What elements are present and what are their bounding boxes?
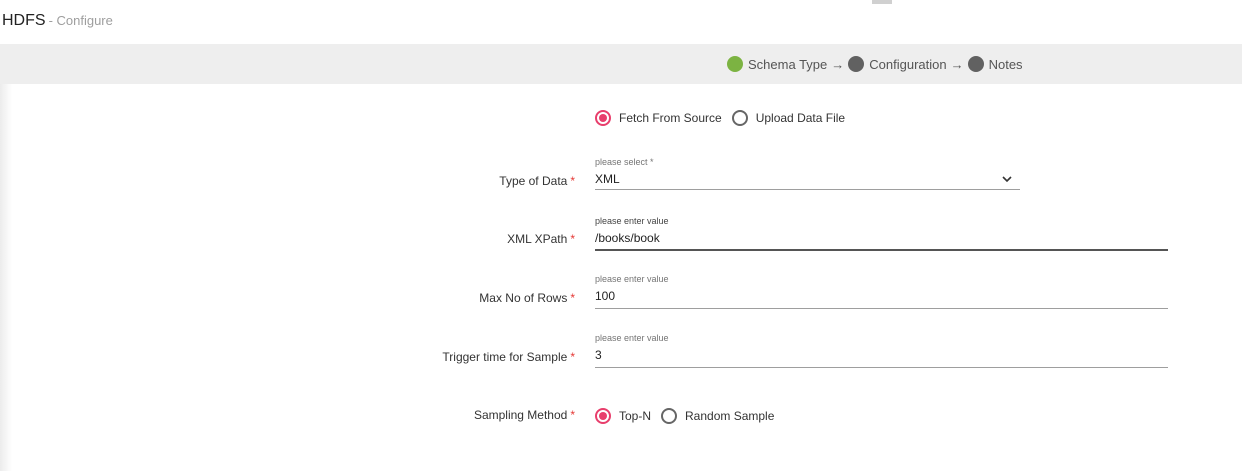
- required-marker: *: [570, 408, 575, 422]
- source-radio-group: Fetch From Source Upload Data File: [595, 110, 855, 126]
- max-rows-label-text: Max No of Rows: [479, 291, 568, 305]
- step-schema-type-dot-icon: [727, 56, 743, 72]
- fetch-from-source-label[interactable]: Fetch From Source: [619, 111, 722, 125]
- drag-handle[interactable]: [872, 0, 892, 4]
- required-marker: *: [570, 174, 575, 188]
- type-of-data-hint: please select *: [595, 157, 654, 167]
- trigger-time-label-text: Trigger time for Sample: [442, 350, 568, 364]
- type-of-data-label: Type of Data *: [499, 174, 575, 188]
- xml-xpath-input[interactable]: [595, 227, 1168, 251]
- top-n-label[interactable]: Top-N: [619, 409, 651, 423]
- xml-xpath-field: please enter value: [595, 215, 1168, 251]
- required-marker: *: [570, 291, 575, 305]
- step-notes-dot-icon: [967, 56, 984, 72]
- required-marker: *: [570, 350, 575, 364]
- required-marker: *: [570, 232, 575, 246]
- stepper-bar: Schema Type → Configuration → Notes: [0, 44, 1242, 84]
- trigger-time-hint: please enter value: [595, 333, 669, 343]
- step-arrow-icon: →: [950, 56, 964, 72]
- xml-xpath-hint: please enter value: [595, 216, 669, 226]
- xml-xpath-label: XML XPath *: [507, 232, 575, 246]
- page-subtitle: - Configure: [48, 13, 113, 28]
- upload-data-file-radio[interactable]: [731, 110, 748, 126]
- step-notes[interactable]: Notes: [989, 57, 1023, 72]
- fetch-from-source-radio[interactable]: [595, 110, 611, 126]
- upload-data-file-label[interactable]: Upload Data File: [756, 111, 845, 125]
- configure-page: HDFS - Configure Schema Type → Configurat…: [0, 0, 1242, 471]
- stepper: Schema Type → Configuration → Notes: [727, 56, 1027, 72]
- sampling-method-radio-group: Top-N Random Sample: [595, 408, 784, 424]
- xml-xpath-label-text: XML XPath: [507, 232, 568, 246]
- max-rows-hint: please enter value: [595, 274, 669, 284]
- max-rows-input[interactable]: [595, 285, 1168, 309]
- step-configuration-dot-icon: [848, 56, 865, 72]
- trigger-time-field: please enter value: [595, 332, 1168, 368]
- type-of-data-value: XML: [595, 172, 620, 186]
- panel-edge-shadow: [0, 84, 12, 471]
- type-of-data-select[interactable]: XML: [595, 168, 1020, 190]
- random-sample-label[interactable]: Random Sample: [685, 409, 774, 423]
- max-rows-field: please enter value: [595, 273, 1168, 309]
- step-configuration[interactable]: Configuration: [869, 57, 946, 72]
- trigger-time-input[interactable]: [595, 344, 1168, 368]
- sampling-method-label: Sampling Method *: [474, 408, 575, 422]
- page-header: HDFS - Configure: [2, 12, 113, 30]
- type-of-data-label-text: Type of Data: [499, 174, 568, 188]
- random-sample-radio[interactable]: [661, 408, 678, 424]
- trigger-time-label: Trigger time for Sample *: [442, 350, 575, 364]
- top-n-radio[interactable]: [595, 408, 611, 424]
- page-title: HDFS: [2, 12, 46, 29]
- sampling-method-label-text: Sampling Method: [473, 408, 568, 422]
- step-arrow-icon: →: [831, 56, 845, 72]
- type-of-data-field: please select * XML: [595, 156, 1020, 190]
- chevron-down-icon: [1002, 176, 1012, 183]
- step-schema-type[interactable]: Schema Type: [748, 57, 827, 72]
- max-rows-label: Max No of Rows *: [479, 291, 575, 305]
